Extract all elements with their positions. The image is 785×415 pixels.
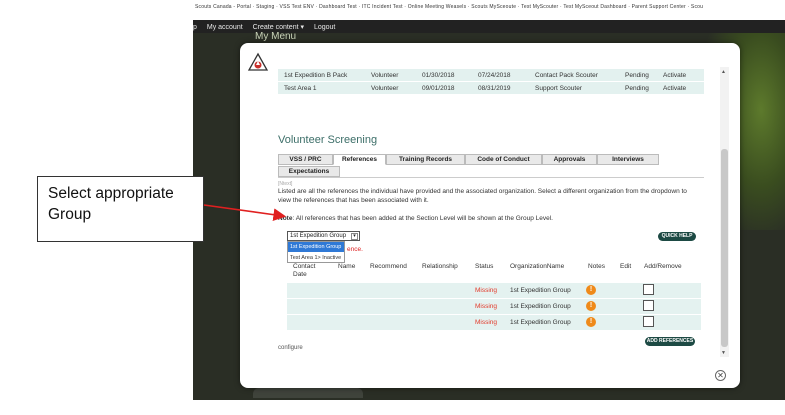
note-label: Note <box>278 215 293 222</box>
column-header-status: Status <box>475 263 494 270</box>
area-position: Contact Pack Scouter <box>535 72 598 79</box>
area-name: Test Area 1 <box>284 85 317 92</box>
organization-select-value: 1st Expedition Group <box>290 233 347 239</box>
info-icon[interactable]: ! <box>586 285 596 295</box>
tab-training-records[interactable]: Training Records <box>386 154 465 165</box>
activate-link[interactable]: Activate <box>663 85 686 92</box>
screening-modal: 1st Expedition B Pack Volunteer 01/30/20… <box>240 43 740 388</box>
info-icon[interactable]: ! <box>586 317 596 327</box>
nav-item-my-account[interactable]: My account <box>207 24 243 31</box>
tab-vss-prc[interactable]: VSS / PRC <box>278 154 333 165</box>
dropdown-option-1st-expedition-group[interactable]: 1st Expedition Group <box>288 242 344 252</box>
add-remove-checkbox[interactable] <box>643 284 654 295</box>
references-description: Listed are all the references the indivi… <box>278 188 687 204</box>
organization-select[interactable]: 1st Expedition Group ▾ <box>287 231 360 241</box>
modal-scrollbar[interactable]: ▲ ▼ <box>720 67 729 357</box>
add-references-button[interactable]: ADD REFERENCES <box>645 337 695 346</box>
table-row: Missing 1st Expedition Group ! <box>287 299 701 314</box>
area-position: Support Scouter <box>535 85 582 92</box>
dropdown-option-test-area-1[interactable]: Test Area 1> Inactive <box>288 253 344 263</box>
page-heading: My Menu <box>255 31 297 42</box>
row-organization: 1st Expedition Group <box>510 287 571 294</box>
tab-interviews[interactable]: Interviews <box>597 154 659 165</box>
add-remove-checkbox[interactable] <box>643 316 654 327</box>
column-header-notes: Notes <box>588 263 605 270</box>
tab-expectations[interactable]: Expectations <box>278 166 340 177</box>
row-status: Missing <box>475 303 498 310</box>
column-header-recommend: Recommend <box>370 263 407 270</box>
column-header-name: Name <box>338 263 356 270</box>
tab-approvals[interactable]: Approvals <box>542 154 597 165</box>
close-icon[interactable]: ✕ <box>715 370 726 381</box>
nav-item-p[interactable]: p <box>193 24 197 31</box>
nav-item-logout[interactable]: Logout <box>314 24 335 31</box>
bottom-tab-strip <box>253 388 363 398</box>
area-start-date: 01/30/2018 <box>422 72 455 79</box>
table-row: Missing 1st Expedition Group ! <box>287 315 701 330</box>
row-organization: 1st Expedition Group <box>510 303 571 310</box>
add-remove-checkbox[interactable] <box>643 300 654 311</box>
info-icon[interactable]: ! <box>586 301 596 311</box>
scroll-thumb[interactable] <box>721 149 728 347</box>
quick-help-button[interactable]: QUICK HELP <box>658 232 696 241</box>
area-role: Volunteer <box>371 72 399 79</box>
area-start-date: 09/01/2018 <box>422 85 455 92</box>
nav-item-create-content[interactable]: Create content ▾ <box>253 24 304 31</box>
table-row: Missing 1st Expedition Group ! <box>287 283 701 298</box>
activate-link[interactable]: Activate <box>663 72 686 79</box>
scouts-logo-icon <box>247 52 269 71</box>
annotation-callout: Select appropriate Group <box>37 176 204 242</box>
column-header-edit: Edit <box>620 263 632 270</box>
area-end-date: 08/31/2019 <box>478 85 511 92</box>
column-header-relationship: Relationship <box>422 263 458 270</box>
area-status: Pending <box>625 85 649 92</box>
row-status: Missing <box>475 287 498 294</box>
area-role: Volunteer <box>371 85 399 92</box>
warning-text-fragment: ence. <box>347 246 363 253</box>
area-name: 1st Expedition B Pack <box>284 72 348 79</box>
column-header-add-remove: Add/Remove <box>644 263 682 270</box>
area-row: Test Area 1 Volunteer 09/01/2018 08/31/2… <box>278 82 704 94</box>
chevron-down-icon[interactable]: ▾ <box>351 233 358 240</box>
area-status: Pending <box>625 72 649 79</box>
scroll-up-icon[interactable]: ▲ <box>721 69 726 75</box>
scroll-down-icon[interactable]: ▼ <box>721 350 726 356</box>
modal-content: 1st Expedition B Pack Volunteer 01/30/20… <box>268 65 728 365</box>
tab-references[interactable]: References <box>333 154 386 165</box>
note-text: : All references that has been added at … <box>292 215 553 222</box>
area-row: 1st Expedition B Pack Volunteer 01/30/20… <box>278 69 704 81</box>
row-status: Missing <box>475 319 498 326</box>
row-organization: 1st Expedition Group <box>510 319 571 326</box>
bookmarks-bar[interactable]: Scouts Canada - Portal · Staging · VSS T… <box>193 0 785 20</box>
section-title: Volunteer Screening <box>278 134 378 146</box>
column-header-organization: OrganizationName <box>510 263 565 270</box>
references-note: Note: All references that has been added… <box>278 215 553 222</box>
column-header-contact-date: Contact Date <box>293 263 316 278</box>
tab-divider <box>278 177 704 178</box>
configure-link[interactable]: configure <box>278 345 303 351</box>
organization-dropdown: 1st Expedition Group Test Area 1> Inacti… <box>287 241 345 263</box>
area-end-date: 07/24/2018 <box>478 72 511 79</box>
tab-code-of-conduct[interactable]: Code of Conduct <box>465 154 542 165</box>
